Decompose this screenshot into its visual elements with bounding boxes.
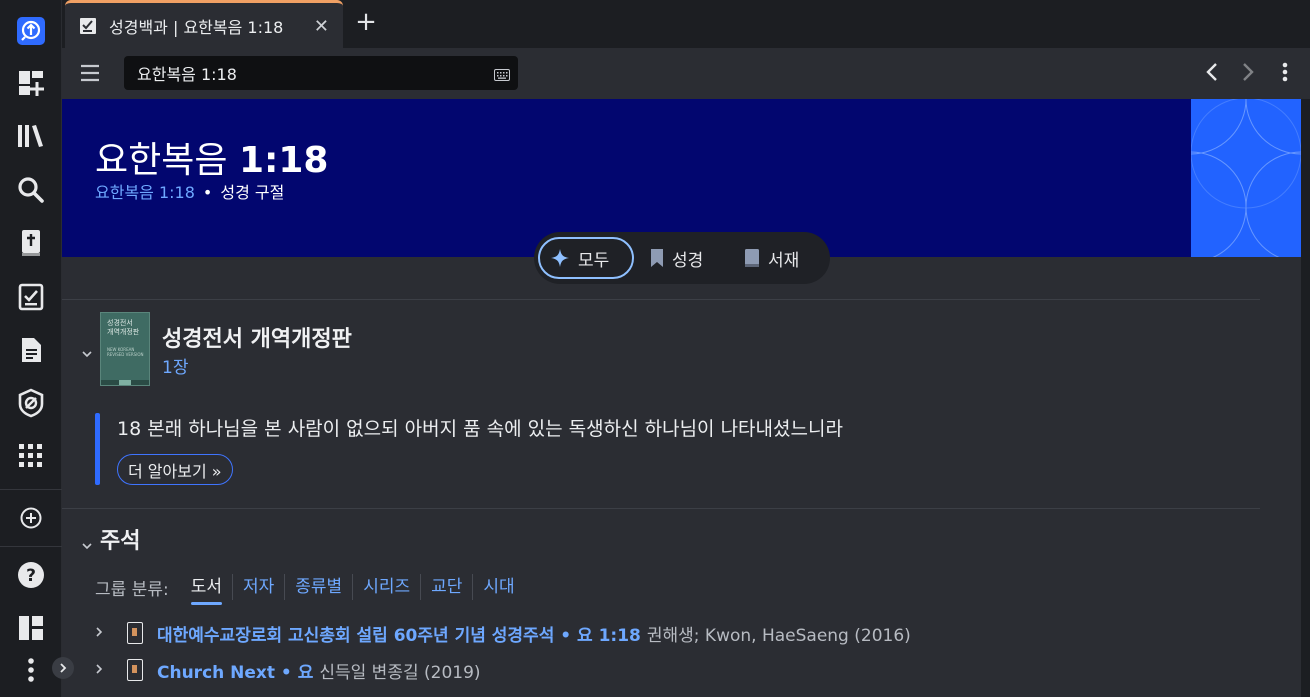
dashboard-add-icon[interactable] bbox=[16, 68, 46, 98]
resource-meta: 신득일 변종길 (2019) bbox=[319, 662, 481, 683]
group-by-row: 그룹 분류: 도서 저자 종류별 시리즈 교단 시대 bbox=[95, 573, 525, 605]
bookmark-icon bbox=[651, 249, 663, 267]
resource-book-icon bbox=[127, 659, 143, 681]
section-divider bbox=[62, 299, 1260, 300]
list-item[interactable]: Church Next • 요 신득일 변종길 (2019) bbox=[95, 657, 481, 683]
rail-divider-2 bbox=[0, 546, 62, 547]
bible-cover-image[interactable]: 성경전서 개역개정판 NEW KOREAN REVISED VERSION bbox=[100, 312, 150, 386]
expand-chevron-icon[interactable] bbox=[95, 623, 117, 643]
group-tab-author[interactable]: 저자 bbox=[231, 574, 284, 600]
resource-meta: 권해생; Kwon, HaeSaeng (2016) bbox=[646, 625, 911, 646]
resource-title[interactable]: 대한예수교장로회 고신총회 설립 60주년 기념 성경주석 • 요 1:18 bbox=[157, 621, 641, 646]
toolbar bbox=[62, 48, 1310, 99]
section-divider-2 bbox=[62, 508, 1260, 509]
add-circle-icon[interactable] bbox=[16, 503, 46, 533]
help-icon[interactable]: ? bbox=[16, 560, 46, 590]
tab-close-icon[interactable]: ✕ bbox=[314, 16, 329, 37]
collapse-chevron-icon[interactable] bbox=[81, 343, 93, 362]
rail-divider bbox=[0, 489, 62, 490]
keyboard-icon[interactable] bbox=[494, 66, 510, 85]
filter-library-label: 서재 bbox=[768, 250, 800, 271]
header-decoration bbox=[1191, 99, 1301, 257]
left-rail: ? bbox=[0, 0, 62, 697]
filter-bible-label: 성경 bbox=[672, 250, 704, 271]
page-subtitle: 요한복음 1:18 • 성경 구절 bbox=[95, 179, 284, 203]
group-tab-type[interactable]: 종류별 bbox=[284, 574, 352, 600]
page-title-ref: 1:18 bbox=[238, 140, 329, 181]
address-input[interactable] bbox=[124, 56, 484, 90]
search-icon[interactable] bbox=[16, 175, 46, 205]
page-title-book: 요한복음 bbox=[95, 140, 239, 181]
more-vertical-icon[interactable] bbox=[16, 655, 46, 685]
bible-chapter-link[interactable]: 1장 bbox=[162, 353, 188, 378]
tab-active[interactable]: 성경백과 | 요한복음 1:18 ✕ bbox=[65, 0, 343, 48]
commentary-title: 주석 bbox=[100, 529, 141, 554]
bible-title[interactable]: 성경전서 개역개정판 bbox=[162, 321, 352, 353]
sparkle-icon bbox=[551, 249, 569, 267]
page-title: 요한복음 1:18 bbox=[95, 131, 328, 183]
expand-chevron-icon[interactable] bbox=[95, 660, 117, 680]
library-icon[interactable] bbox=[16, 121, 46, 151]
app-logo-icon[interactable] bbox=[16, 16, 46, 46]
verse-text: 18 본래 하나님을 본 사람이 없으되 아버지 품 속에 있는 독생하신 하나… bbox=[117, 418, 843, 440]
back-chevron-icon[interactable] bbox=[1206, 62, 1218, 86]
forward-chevron-icon[interactable] bbox=[1242, 62, 1254, 86]
subtitle-separator: • bbox=[202, 183, 213, 202]
document-icon[interactable] bbox=[16, 335, 46, 365]
tab-strip: 성경백과 | 요한복음 1:18 ✕ + bbox=[62, 0, 1310, 48]
cover-subtext: NEW KOREAN REVISED VERSION bbox=[107, 347, 144, 357]
cover-text: 성경전서 개역개정판 bbox=[107, 319, 140, 336]
chevron-right-icon bbox=[60, 663, 67, 673]
layout-icon[interactable] bbox=[16, 613, 46, 643]
commentary-collapse-chevron-icon[interactable] bbox=[81, 535, 93, 554]
filter-all[interactable]: 모두 bbox=[538, 237, 634, 279]
shield-icon[interactable] bbox=[16, 388, 46, 418]
resource-title[interactable]: Church Next • 요 bbox=[157, 658, 313, 683]
expand-rail-button[interactable] bbox=[52, 657, 74, 679]
bible-icon[interactable] bbox=[16, 228, 46, 258]
reference-link[interactable]: 요한복음 1:18 bbox=[95, 183, 195, 202]
resource-book-icon bbox=[127, 622, 143, 644]
group-by-label: 그룹 분류: bbox=[95, 579, 169, 600]
apps-grid-icon[interactable] bbox=[16, 441, 46, 471]
svg-text:?: ? bbox=[26, 566, 36, 586]
page-type: 성경 구절 bbox=[220, 183, 285, 202]
new-tab-button[interactable]: + bbox=[354, 9, 378, 35]
verse-highlight-bar bbox=[95, 413, 100, 485]
group-tab-era[interactable]: 시대 bbox=[472, 574, 524, 600]
main-content: 모두 성경 서재 성경전서 개역개정판 NEW KOREAN REVISED VE… bbox=[62, 232, 1301, 697]
more-options-icon[interactable] bbox=[1282, 62, 1288, 86]
group-tab-denomination[interactable]: 교단 bbox=[420, 574, 472, 600]
group-tab-series[interactable]: 시리즈 bbox=[352, 574, 420, 600]
filter-bible[interactable]: 성경 bbox=[650, 237, 703, 279]
menu-icon[interactable] bbox=[80, 64, 100, 86]
tab-title: 성경백과 | 요한복음 1:18 bbox=[109, 17, 284, 37]
address-bar[interactable] bbox=[124, 56, 518, 90]
filter-segmented-control: 모두 성경 서재 bbox=[534, 232, 830, 284]
cover-stripe-accent bbox=[119, 380, 131, 385]
filter-library[interactable]: 서재 bbox=[744, 237, 799, 279]
tab-checklist-icon bbox=[80, 17, 96, 34]
learn-more-button[interactable]: 더 알아보기 » bbox=[117, 454, 233, 485]
scroll-gutter bbox=[1301, 99, 1310, 697]
filter-all-label: 모두 bbox=[578, 250, 610, 271]
group-tab-books[interactable]: 도서 bbox=[181, 574, 232, 605]
tasks-icon[interactable] bbox=[16, 282, 46, 312]
book-icon bbox=[745, 249, 759, 267]
list-item[interactable]: 대한예수교장로회 고신총회 설립 60주년 기념 성경주석 • 요 1:18 권… bbox=[95, 620, 911, 646]
